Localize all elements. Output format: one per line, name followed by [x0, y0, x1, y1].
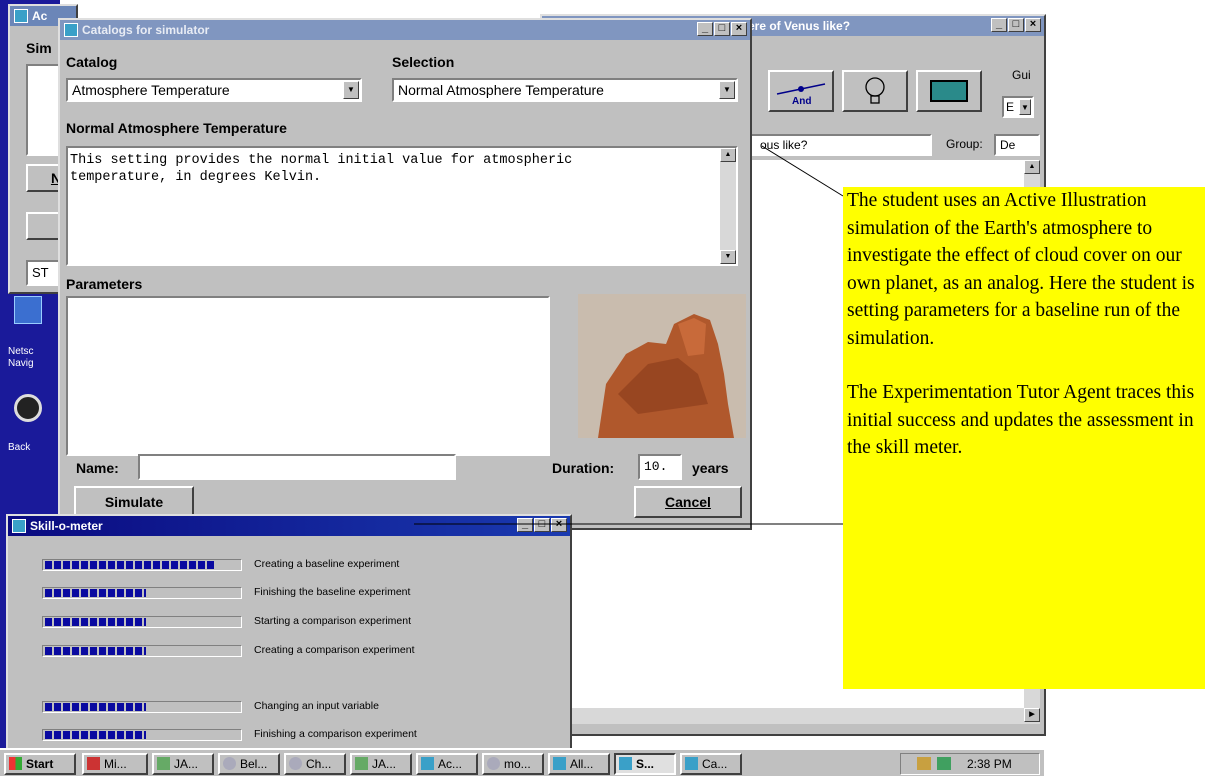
taskbar-item-label: JA...: [372, 757, 397, 771]
taskbar-item-label: Ch...: [306, 757, 332, 771]
callout-paragraph: The student uses an Active Illustration …: [847, 190, 1195, 349]
callout-paragraph: The Experimentation Tutor Agent traces t…: [847, 382, 1195, 458]
start-button[interactable]: Start: [4, 753, 76, 775]
taskbar-item-label: Mi...: [104, 757, 127, 771]
taskbar-item[interactable]: mo...: [482, 753, 544, 775]
taskbar-item[interactable]: JA...: [152, 753, 214, 775]
taskbar-item[interactable]: Mi...: [82, 753, 148, 775]
system-tray: 2:38 PM: [900, 753, 1040, 775]
leader-line-catalogs: [761, 145, 844, 197]
app-icon: [157, 757, 170, 770]
annotation-callout: The student uses an Active Illustration …: [843, 187, 1205, 689]
app-icon: [289, 757, 302, 770]
tray-icon[interactable]: [917, 757, 931, 770]
taskbar-item[interactable]: Bel...: [218, 753, 280, 775]
taskbar-item[interactable]: Ca...: [680, 753, 742, 775]
app-icon: [553, 757, 566, 770]
taskbar-item[interactable]: JA...: [350, 753, 412, 775]
app-icon: [685, 757, 698, 770]
app-icon: [421, 757, 434, 770]
start-label: Start: [26, 757, 54, 771]
clock[interactable]: 2:38 PM: [967, 757, 1012, 771]
taskbar-item-label: JA...: [174, 757, 199, 771]
taskbar-item-label: Ac...: [438, 757, 463, 771]
taskbar-item[interactable]: Ac...: [416, 753, 478, 775]
taskbar-item[interactable]: S...: [614, 753, 676, 775]
app-icon: [487, 757, 500, 770]
taskbar-item-label: All...: [570, 757, 594, 771]
taskbar-item[interactable]: Ch...: [284, 753, 346, 775]
taskbar-item[interactable]: All...: [548, 753, 610, 775]
app-icon: [87, 757, 100, 770]
app-icon: [223, 757, 236, 770]
taskbar-item-label: Bel...: [240, 757, 268, 771]
tray-icon[interactable]: [937, 757, 951, 770]
taskbar-item-label: mo...: [504, 757, 531, 771]
taskbar-item-label: S...: [636, 757, 655, 771]
taskbar: Start Mi... JA... Bel... Ch... JA... Ac.…: [0, 748, 1044, 776]
app-icon: [355, 757, 368, 770]
app-icon: [619, 757, 632, 770]
taskbar-item-label: Ca...: [702, 757, 728, 771]
windows-logo-icon: [9, 757, 22, 770]
